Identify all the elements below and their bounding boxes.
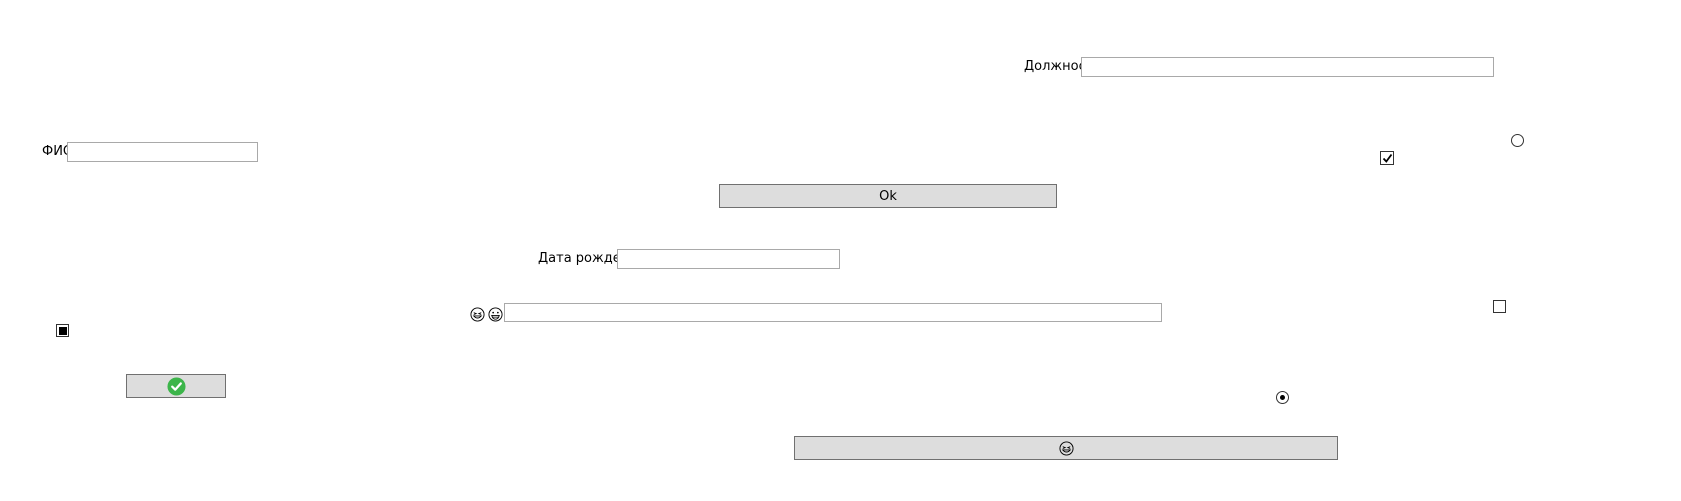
radio-selected-dot: [1280, 395, 1285, 400]
fio-field[interactable]: [67, 142, 258, 162]
birthdate-field[interactable]: [617, 249, 840, 269]
radio-option-selected[interactable]: [1276, 391, 1289, 404]
radio-option-unselected[interactable]: [1511, 134, 1524, 147]
confirm-button[interactable]: [126, 374, 226, 398]
emoji-button[interactable]: [794, 436, 1338, 460]
position-field[interactable]: [1081, 57, 1494, 77]
checkbox-unchecked[interactable]: [1493, 300, 1506, 313]
checkbox-checked[interactable]: [1380, 151, 1394, 165]
emoji-text-field[interactable]: [504, 303, 1162, 322]
ok-button[interactable]: Ok: [719, 184, 1057, 208]
check-circle-icon: [166, 376, 186, 396]
grinning-emoji-icon: [488, 307, 503, 322]
checkbox-indeterminate[interactable]: [56, 324, 69, 337]
checkmark-icon: [1382, 153, 1392, 163]
laughing-emoji-icon: [1058, 440, 1074, 456]
laughing-emoji-icon: [470, 307, 485, 322]
indeterminate-fill: [58, 326, 67, 335]
